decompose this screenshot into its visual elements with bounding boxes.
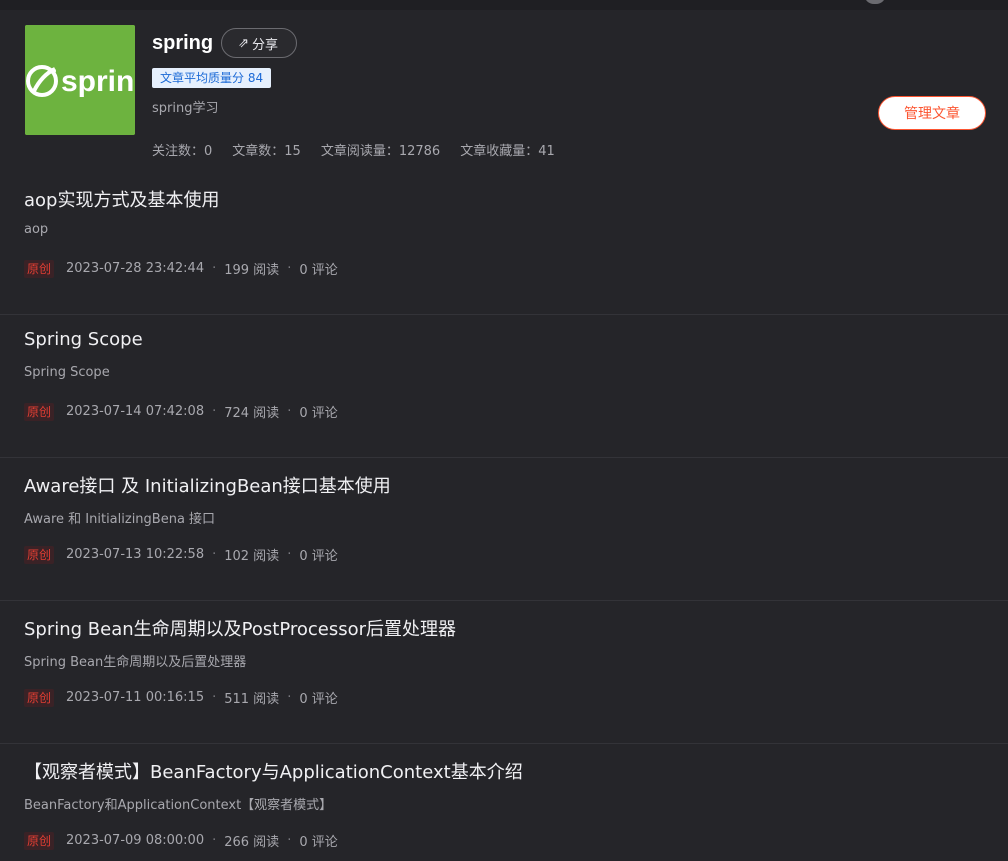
meta-separator: ·: [212, 547, 217, 562]
column-title: spring: [152, 31, 214, 54]
column-name-row: spring ⇗ 分享: [152, 27, 298, 59]
column-stats: 关注数：0 文章数：15 文章阅读量：12786 文章收藏量：41: [152, 140, 555, 159]
meta-separator: ·: [212, 833, 217, 848]
share-label: 分享: [252, 37, 279, 53]
article-datetime: 2023-07-13 10:22:58: [66, 547, 205, 562]
article-meta: 原创 2023-07-09 08:00:00 · 266 阅读 · 0 评论: [24, 831, 338, 850]
article-datetime: 2023-07-09 08:00:00: [66, 833, 205, 848]
list-item[interactable]: aop实现方式及基本使用 aop 原创 2023-07-28 23:42:44 …: [0, 172, 1008, 315]
article-meta: 原创 2023-07-28 23:42:44 · 199 阅读 · 0 评论: [24, 259, 338, 278]
article-datetime: 2023-07-14 07:42:08: [66, 404, 205, 419]
original-tag: 原创: [24, 259, 55, 278]
article-comments[interactable]: 0 评论: [299, 259, 337, 278]
article-reads: 102 阅读: [224, 549, 280, 564]
share-button[interactable]: ⇗ 分享: [221, 28, 298, 58]
article-summary: Spring Bean生命周期以及后置处理器: [24, 655, 247, 670]
article-summary: BeanFactory和ApplicationContext【观察者模式】: [24, 798, 333, 813]
list-item[interactable]: Aware接口 及 InitializingBean接口基本使用 Aware 和…: [0, 458, 1008, 601]
quality-score-badge: 文章平均质量分 84: [152, 68, 272, 88]
meta-separator: ·: [287, 547, 292, 562]
article-reads: 511 阅读: [224, 692, 280, 707]
article-summary: aop: [24, 222, 49, 237]
article-title[interactable]: aop实现方式及基本使用: [24, 186, 219, 212]
original-tag: 原创: [24, 688, 55, 707]
stat-favorites: 文章收藏量：41: [460, 144, 555, 159]
list-item[interactable]: 【观察者模式】BeanFactory与ApplicationContext基本介…: [0, 744, 1008, 861]
article-reads: 266 阅读: [224, 835, 280, 850]
stat-reads: 文章阅读量：12786: [320, 144, 441, 159]
article-title[interactable]: Spring Bean生命周期以及PostProcessor后置处理器: [24, 615, 456, 641]
meta-separator: ·: [287, 261, 292, 276]
article-comments[interactable]: 0 评论: [299, 688, 337, 707]
article-meta: 原创 2023-07-13 10:22:58 · 102 阅读 · 0 评论: [24, 545, 338, 564]
column-description: spring学习: [152, 101, 219, 116]
article-title[interactable]: Aware接口 及 InitializingBean接口基本使用: [24, 472, 391, 498]
article-meta: 原创 2023-07-11 00:16:15 · 511 阅读 · 0 评论: [24, 688, 338, 707]
article-datetime: 2023-07-28 23:42:44: [66, 261, 205, 276]
article-summary: Aware 和 InitializingBena 接口: [24, 512, 216, 527]
article-list: aop实现方式及基本使用 aop 原创 2023-07-28 23:42:44 …: [0, 172, 1008, 861]
article-title[interactable]: Spring Scope: [24, 329, 143, 350]
meta-separator: ·: [287, 404, 292, 419]
original-tag: 原创: [24, 545, 55, 564]
stat-followers: 关注数：0: [152, 144, 213, 159]
article-datetime: 2023-07-11 00:16:15: [66, 690, 205, 705]
share-arrow-icon: ⇗: [238, 35, 250, 51]
original-tag: 原创: [24, 831, 55, 850]
meta-separator: ·: [212, 690, 217, 705]
article-summary: Spring Scope: [24, 365, 110, 380]
meta-separator: ·: [287, 833, 292, 848]
meta-separator: ·: [212, 261, 217, 276]
page: spring spring ⇗ 分享 文章平均质量分 84 spring学习 关…: [0, 0, 1008, 861]
article-reads: 724 阅读: [224, 406, 280, 421]
article-comments[interactable]: 0 评论: [299, 831, 337, 850]
manage-articles-button[interactable]: 管理文章: [878, 96, 986, 130]
meta-separator: ·: [212, 404, 217, 419]
list-item[interactable]: Spring Bean生命周期以及PostProcessor后置处理器 Spri…: [0, 601, 1008, 744]
article-comments[interactable]: 0 评论: [299, 545, 337, 564]
meta-separator: ·: [287, 690, 292, 705]
column-header: spring spring ⇗ 分享 文章平均质量分 84 spring学习 关…: [0, 0, 1008, 170]
stat-articles: 文章数：15: [232, 144, 301, 159]
article-title[interactable]: 【观察者模式】BeanFactory与ApplicationContext基本介…: [24, 758, 523, 784]
column-cover: spring: [25, 25, 135, 135]
spring-logo-icon: spring: [25, 25, 135, 135]
article-reads: 199 阅读: [224, 263, 280, 278]
list-item[interactable]: Spring Scope Spring Scope 原创 2023-07-14 …: [0, 315, 1008, 458]
article-comments[interactable]: 0 评论: [299, 402, 337, 421]
original-tag: 原创: [24, 402, 55, 421]
article-meta: 原创 2023-07-14 07:42:08 · 724 阅读 · 0 评论: [24, 402, 338, 421]
cover-logo-text: spring: [61, 65, 135, 98]
